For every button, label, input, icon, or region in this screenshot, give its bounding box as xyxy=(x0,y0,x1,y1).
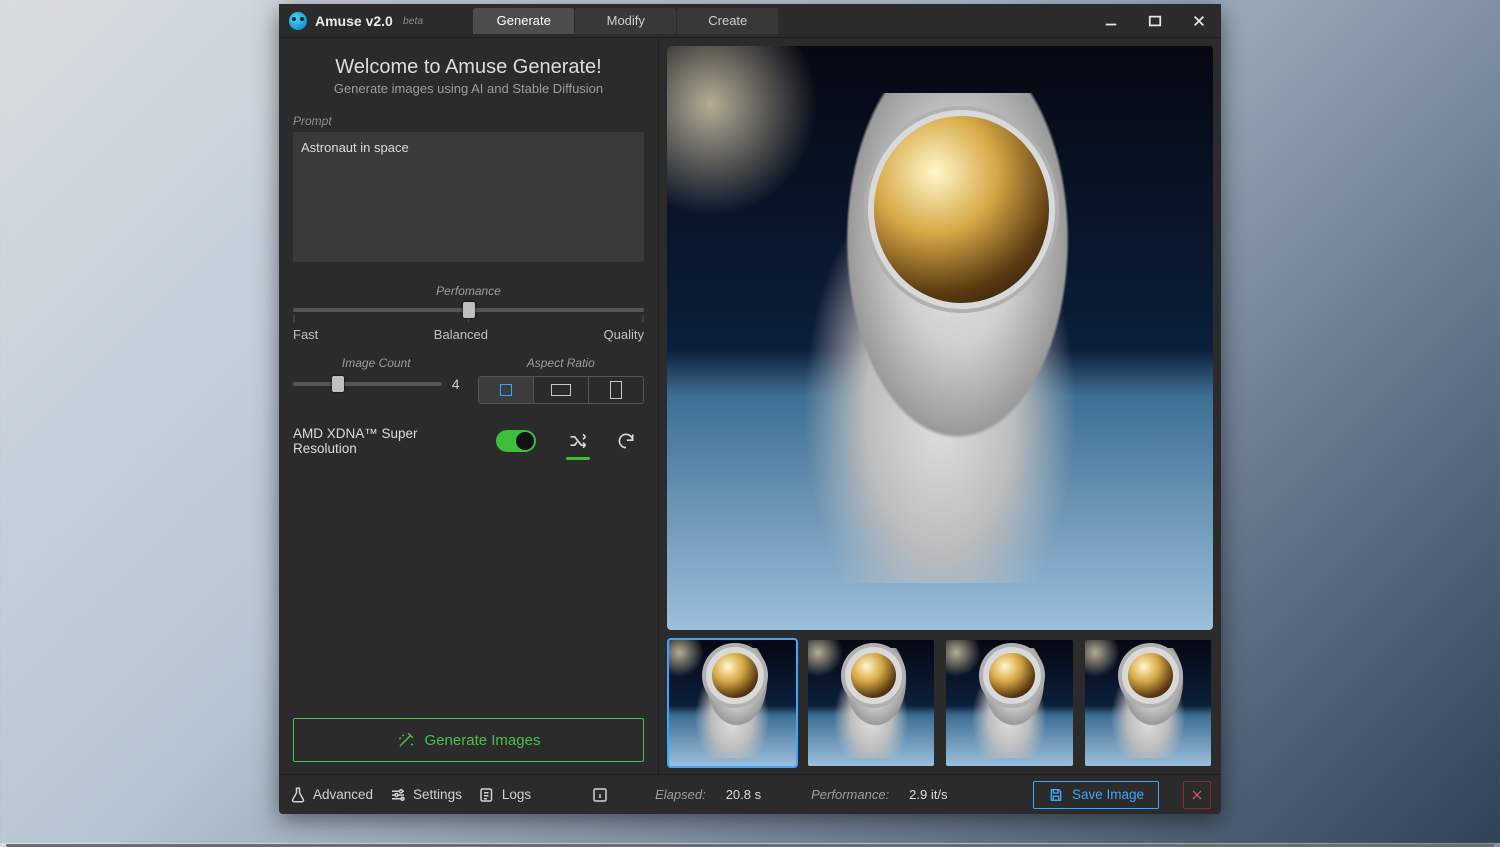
window-maximize-button[interactable] xyxy=(1133,4,1177,38)
performance-slider[interactable] xyxy=(293,308,644,312)
delete-image-button[interactable] xyxy=(1183,781,1211,809)
super-resolution-label: AMD XDNA™ Super Resolution xyxy=(293,426,484,456)
prompt-label: Prompt xyxy=(293,114,644,128)
performance-fast-label: Fast xyxy=(293,327,318,342)
image-count-slider-thumb[interactable] xyxy=(332,376,344,392)
image-count-value: 4 xyxy=(452,376,460,392)
settings-button[interactable]: Settings xyxy=(389,786,462,804)
logs-button[interactable]: Logs xyxy=(478,786,531,804)
aspect-ratio-group xyxy=(478,376,645,404)
performance-balanced-label: Balanced xyxy=(434,327,488,342)
image-count-label: Image Count xyxy=(293,356,460,370)
info-icon xyxy=(591,786,609,804)
welcome-title: Welcome to Amuse Generate! xyxy=(293,56,644,79)
logs-icon xyxy=(478,786,496,804)
prompt-input[interactable] xyxy=(293,132,644,262)
preview-image[interactable] xyxy=(667,46,1213,630)
save-image-button[interactable]: Save Image xyxy=(1033,781,1159,809)
app-title: Amuse v2.0 xyxy=(315,13,393,29)
window-minimize-button[interactable] xyxy=(1089,4,1133,38)
window-close-button[interactable] xyxy=(1177,4,1221,38)
generate-images-label: Generate Images xyxy=(425,732,541,749)
performance-stat-value: 2.9 it/s xyxy=(909,787,947,802)
close-icon xyxy=(1190,788,1204,802)
thumbnail-strip xyxy=(667,638,1213,768)
magic-wand-icon xyxy=(397,731,415,749)
shuffle-button[interactable] xyxy=(560,426,596,456)
status-bar: Advanced Settings Logs Elapsed: 20.8 s P… xyxy=(279,774,1221,814)
image-count-slider[interactable] xyxy=(293,382,442,386)
thumbnail-4[interactable] xyxy=(1083,638,1214,768)
flask-icon xyxy=(289,786,307,804)
elapsed-label: Elapsed: xyxy=(655,787,706,802)
aspect-ratio-label: Aspect Ratio xyxy=(478,356,645,370)
aspect-landscape-button[interactable] xyxy=(534,377,589,403)
performance-label: Perfomance xyxy=(293,284,644,298)
thumbnail-2[interactable] xyxy=(806,638,937,768)
elapsed-value: 20.8 s xyxy=(726,787,761,802)
tab-generate[interactable]: Generate xyxy=(473,8,575,34)
app-logo-icon xyxy=(289,12,307,30)
landscape-icon xyxy=(551,384,571,396)
portrait-icon xyxy=(610,381,622,399)
thumbnail-3[interactable] xyxy=(944,638,1075,768)
performance-quality-label: Quality xyxy=(604,327,644,342)
main-area: Welcome to Amuse Generate! Generate imag… xyxy=(279,38,1221,774)
performance-slider-thumb[interactable] xyxy=(463,302,475,318)
refresh-button[interactable] xyxy=(608,426,644,456)
brand: Amuse v2.0 beta xyxy=(279,12,423,30)
info-button[interactable] xyxy=(591,786,609,804)
mode-tabs: Generate Modify Create xyxy=(473,8,779,34)
square-icon xyxy=(500,384,512,396)
aspect-portrait-button[interactable] xyxy=(589,377,643,403)
advanced-button[interactable]: Advanced xyxy=(289,786,373,804)
app-window: Amuse v2.0 beta Generate Modify Create W… xyxy=(279,4,1221,814)
tab-create[interactable]: Create xyxy=(677,8,779,34)
thumbnail-1[interactable] xyxy=(667,638,798,768)
generate-images-button[interactable]: Generate Images xyxy=(293,718,644,762)
titlebar: Amuse v2.0 beta Generate Modify Create xyxy=(279,4,1221,38)
performance-stat-label: Performance: xyxy=(811,787,889,802)
save-icon xyxy=(1048,787,1064,803)
preview-panel xyxy=(659,38,1221,774)
controls-panel: Welcome to Amuse Generate! Generate imag… xyxy=(279,38,659,774)
super-resolution-toggle[interactable] xyxy=(496,430,536,452)
generated-image xyxy=(667,46,1213,630)
sliders-icon xyxy=(389,786,407,804)
tab-modify[interactable]: Modify xyxy=(575,8,677,34)
welcome-subtitle: Generate images using AI and Stable Diff… xyxy=(293,81,644,96)
aspect-square-button[interactable] xyxy=(479,377,534,403)
app-beta-tag: beta xyxy=(403,15,423,27)
